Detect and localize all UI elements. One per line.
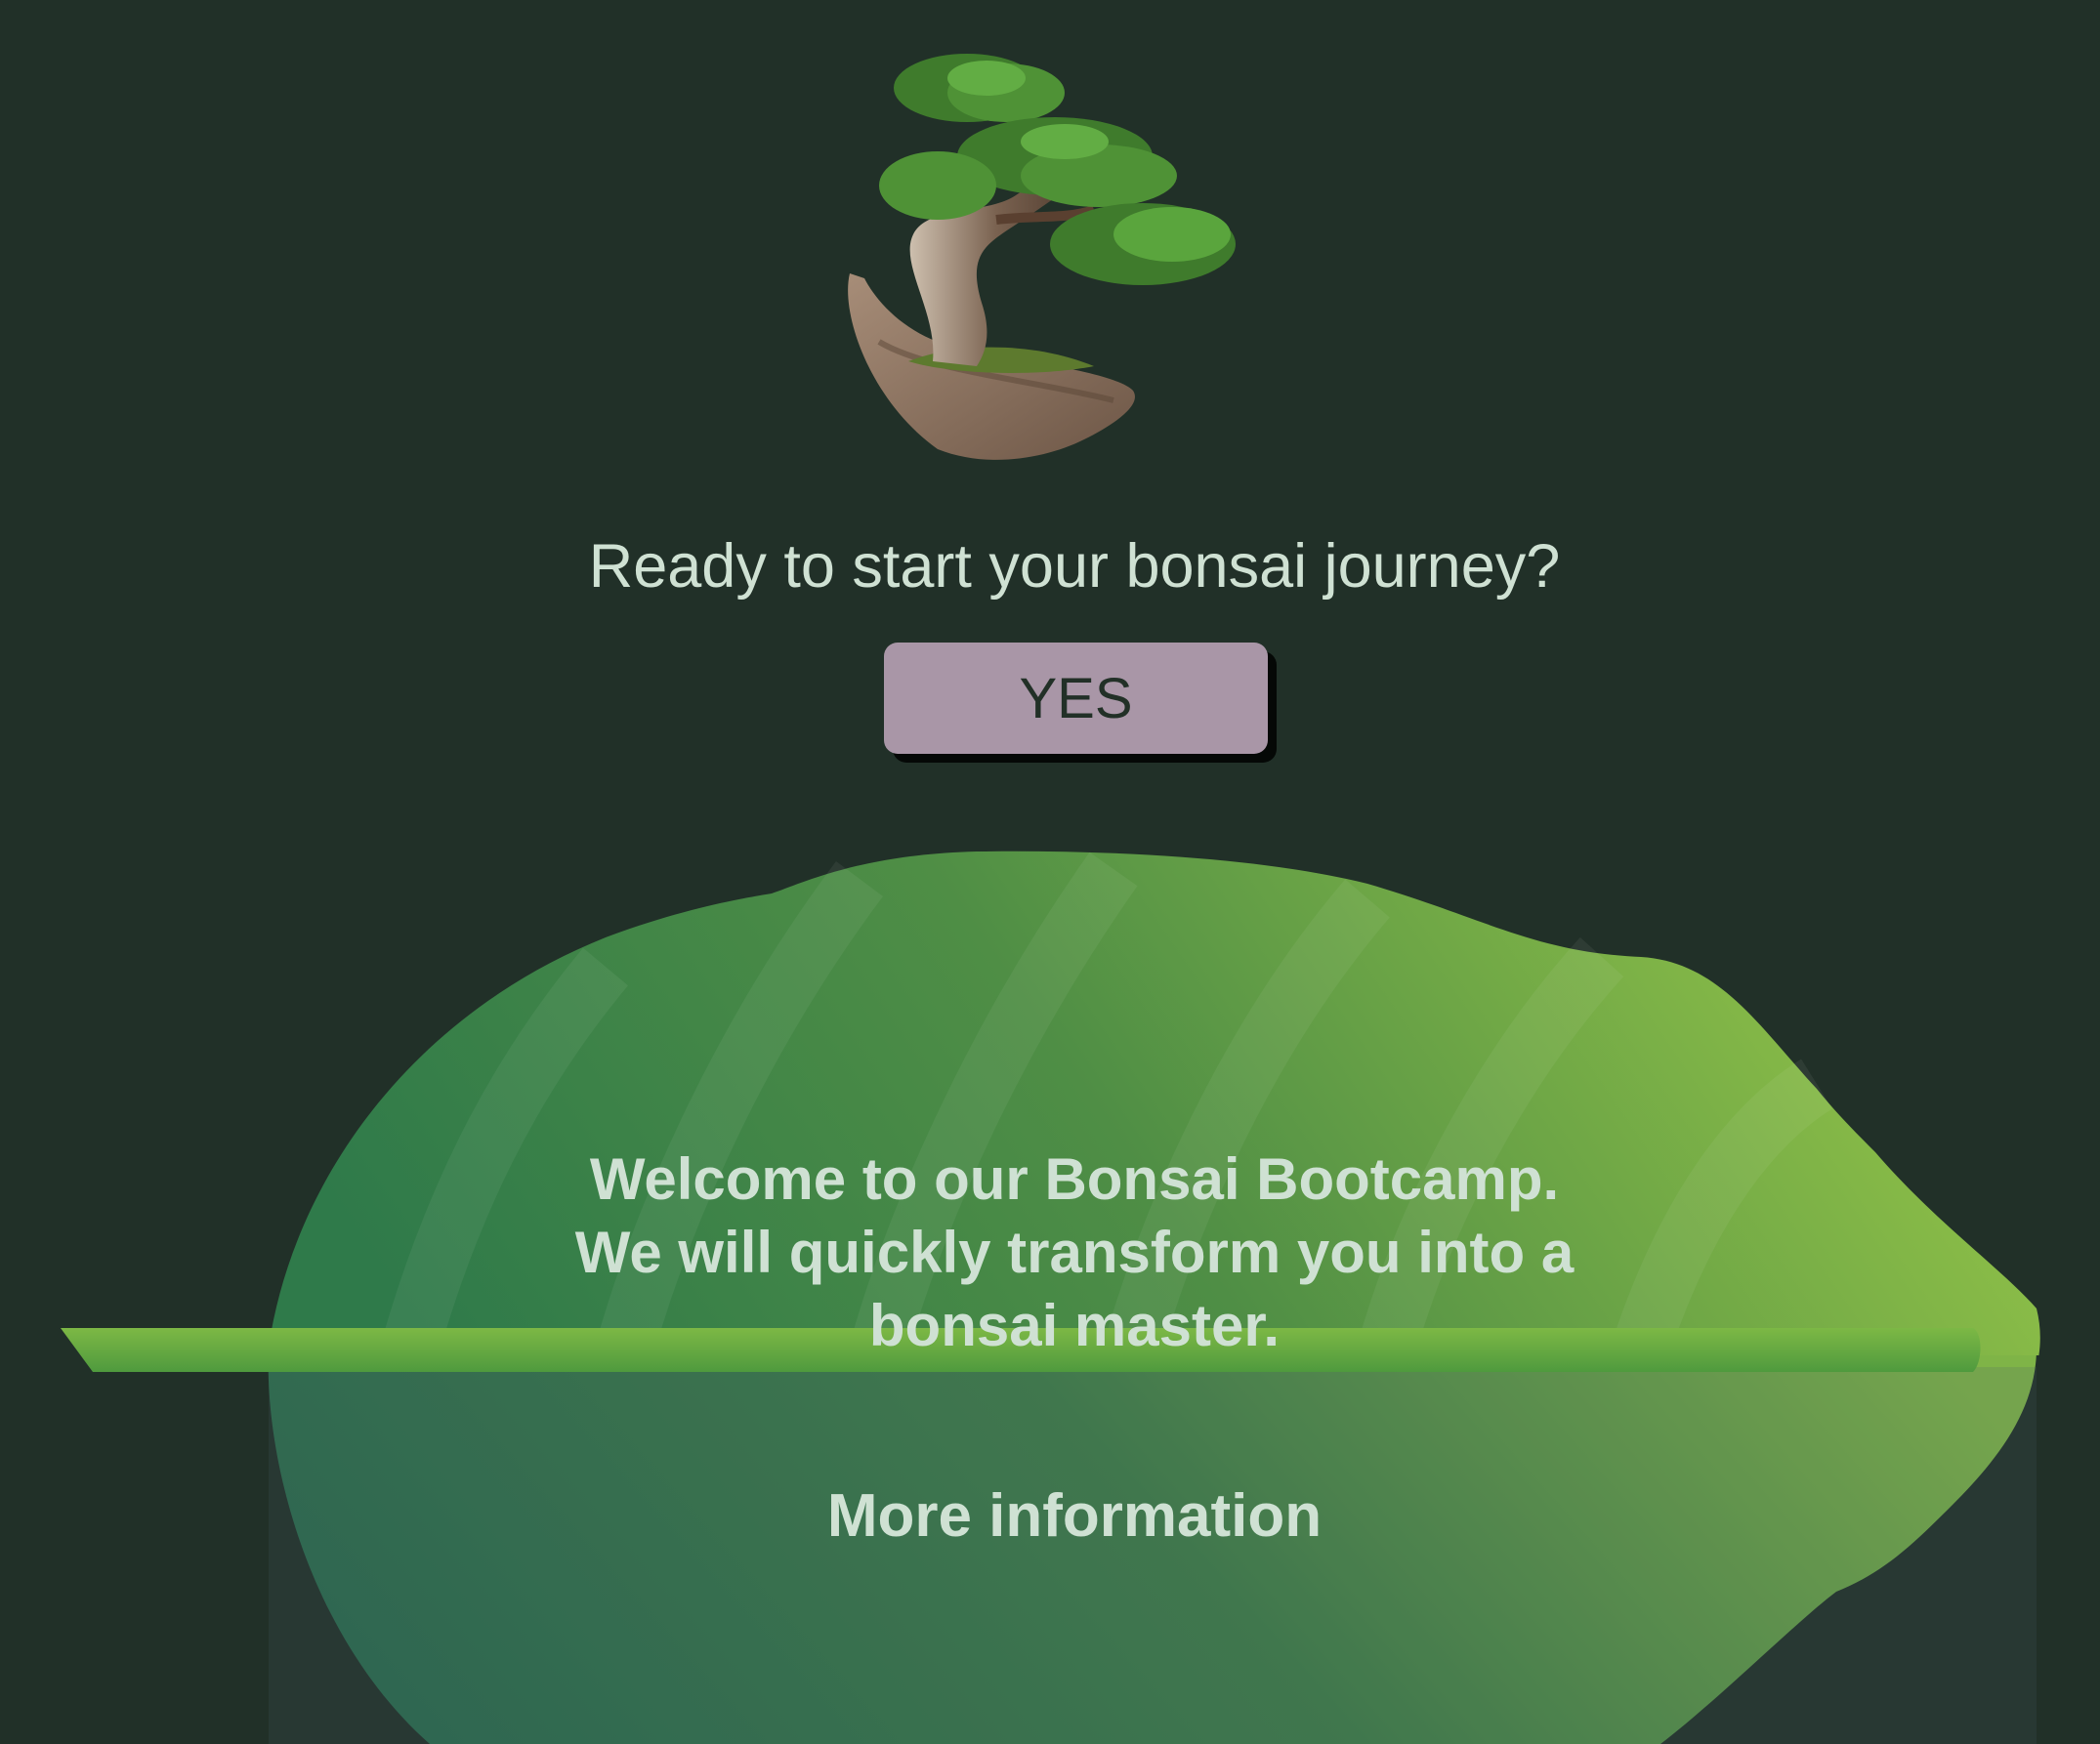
welcome-line-3: bonsai master. — [868, 1293, 1281, 1358]
welcome-line-1: Welcome to our Bonsai Bootcamp. — [589, 1146, 1560, 1212]
welcome-screen: Ready to start your bonsai journey? YES — [0, 0, 2100, 1744]
welcome-message: Welcome to our Bonsai Bootcamp. We will … — [488, 1142, 1660, 1362]
more-information-link[interactable]: More information — [684, 1482, 1465, 1551]
yes-button[interactable]: YES — [884, 643, 1268, 754]
welcome-line-2: We will quickly transform you into a — [574, 1220, 1575, 1285]
bonsai-tree-icon — [848, 54, 1236, 460]
journey-question: Ready to start your bonsai journey? — [588, 532, 1561, 601]
